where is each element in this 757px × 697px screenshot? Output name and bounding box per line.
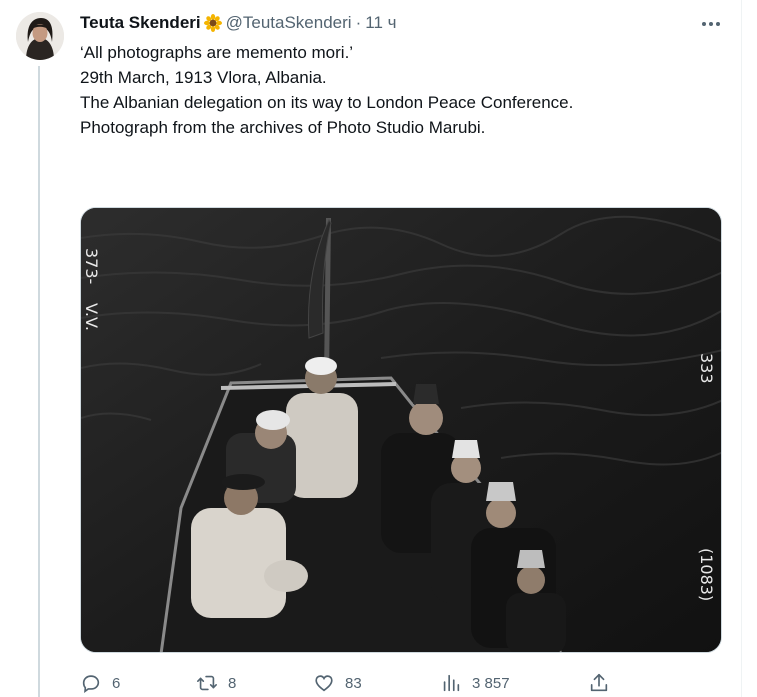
- more-dots-icon: [702, 22, 720, 26]
- archival-photo-boat: 373- V.V. 333 (1083): [81, 208, 721, 652]
- tweet-text: ‘All photographs are memento mori.’ 29th…: [80, 40, 720, 140]
- views-button[interactable]: 3 857: [440, 670, 510, 696]
- share-button[interactable]: [588, 670, 610, 696]
- analytics-icon: [443, 674, 460, 692]
- tweet-text-line: ‘All photographs are memento mori.’: [80, 43, 354, 62]
- tweet-text-line: Photograph from the archives of Photo St…: [80, 118, 486, 137]
- tweet-text-line: The Albanian delegation on its way to Lo…: [80, 93, 574, 112]
- like-count: 83: [345, 674, 362, 692]
- share-icon: [590, 673, 608, 692]
- repost-button[interactable]: 8: [196, 670, 236, 696]
- separator-dot: ·: [355, 13, 362, 32]
- author-handle[interactable]: @TeutaSkenderi: [226, 13, 352, 33]
- svg-text:333: 333: [697, 353, 716, 384]
- svg-text:V.V.: V.V.: [82, 303, 101, 331]
- column-border: [741, 0, 742, 697]
- tweet-header: Teuta Skenderi @TeutaSkenderi · 11 ч: [80, 12, 396, 34]
- more-options-button[interactable]: [696, 12, 726, 36]
- tweet-actions: 6 8 83 3 857: [80, 670, 660, 696]
- sunflower-icon: [203, 14, 222, 32]
- author-name[interactable]: Teuta Skenderi: [80, 13, 201, 33]
- thread-line: [38, 66, 40, 697]
- svg-text:373-: 373-: [82, 248, 101, 284]
- tweet-text-line: 29th March, 1913 Vlora, Albania.: [80, 68, 327, 87]
- heart-icon: [315, 675, 333, 692]
- svg-text:(1083): (1083): [697, 548, 716, 601]
- repost-icon: [197, 675, 217, 691]
- like-button[interactable]: 83: [313, 670, 362, 696]
- reply-icon: [82, 675, 100, 693]
- views-count: 3 857: [472, 674, 510, 692]
- reply-button[interactable]: 6: [80, 670, 120, 696]
- timestamp[interactable]: 11 ч: [365, 13, 396, 33]
- tweet-photo[interactable]: 373- V.V. 333 (1083): [80, 207, 722, 653]
- reply-count: 6: [112, 674, 121, 692]
- avatar[interactable]: [16, 12, 64, 60]
- avatar-photo: [16, 12, 64, 60]
- repost-count: 8: [228, 674, 237, 692]
